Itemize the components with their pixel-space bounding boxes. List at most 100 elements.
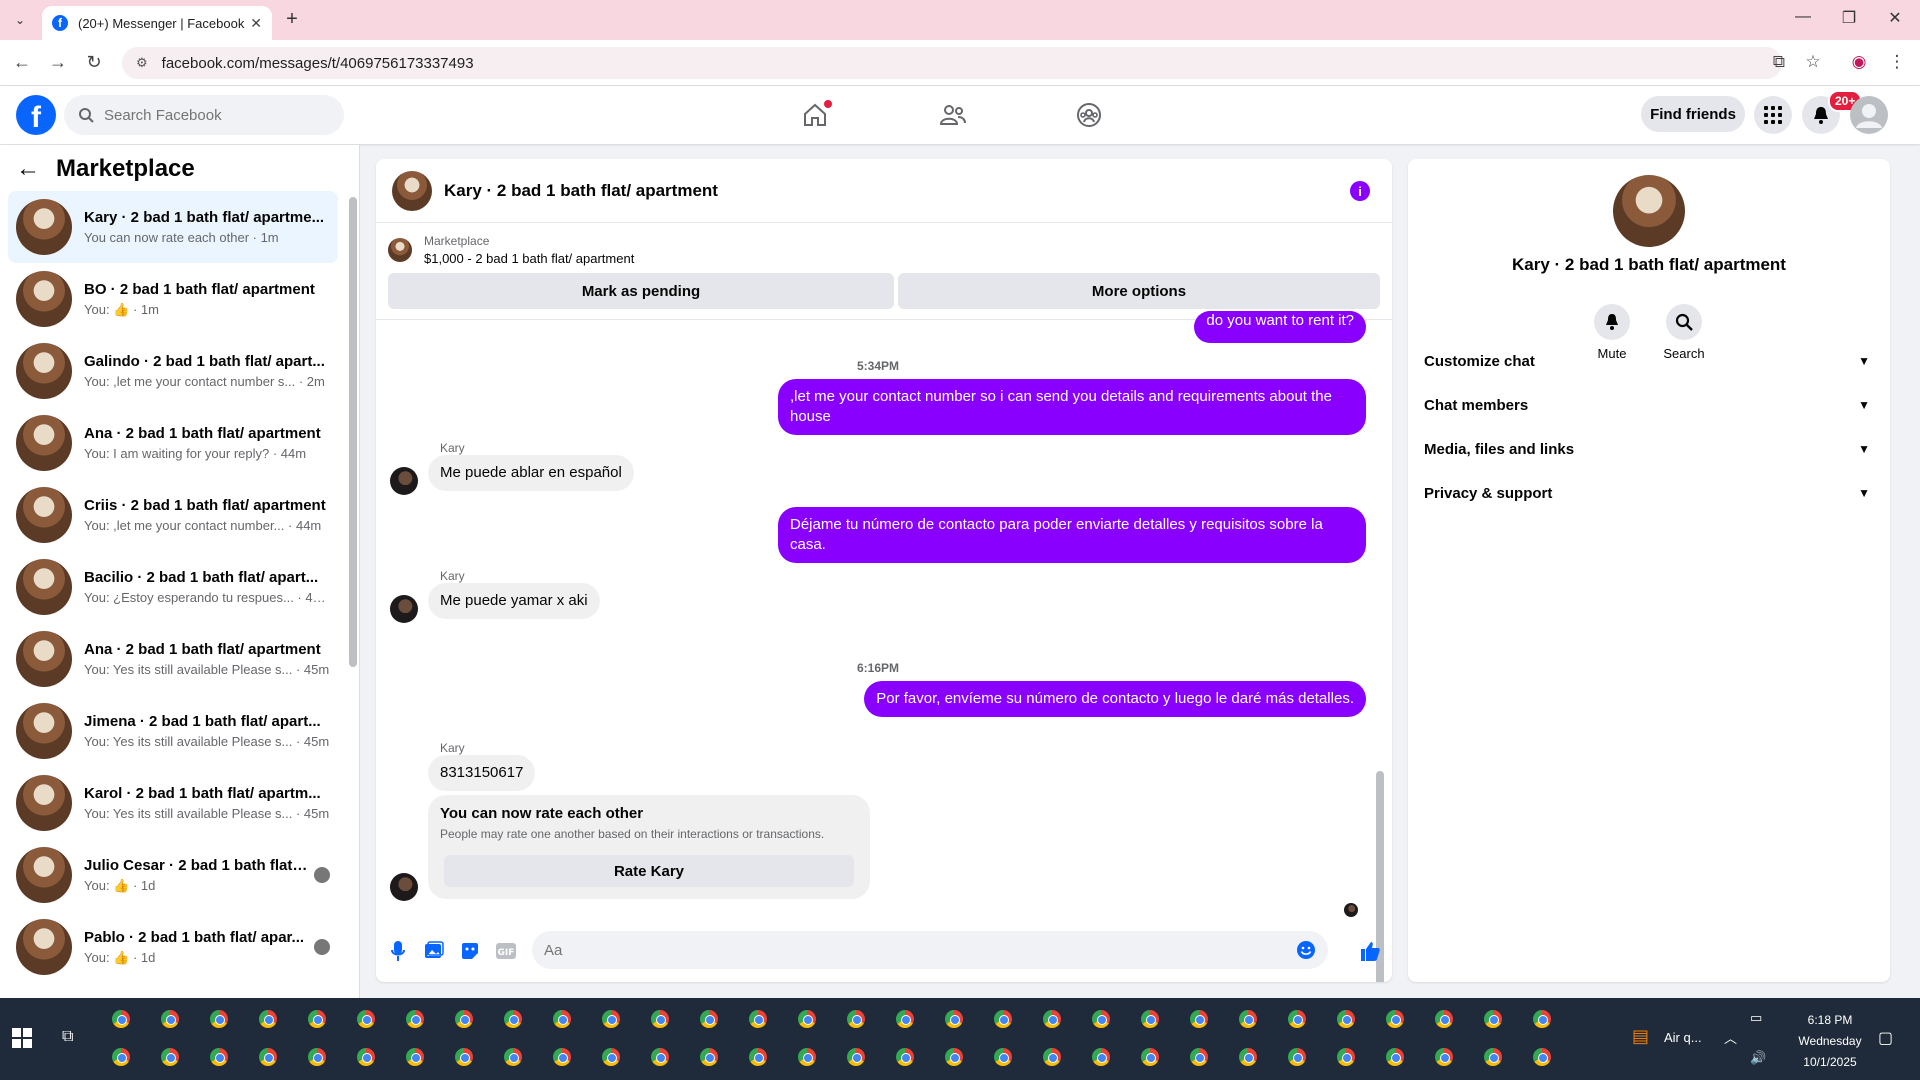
chrome-taskbar-icon[interactable] xyxy=(1433,1046,1455,1068)
chat-list-item[interactable]: Jimena · 2 bad 1 bath flat/ apart... You:… xyxy=(8,695,338,767)
chrome-taskbar-icon[interactable] xyxy=(747,1008,769,1030)
chrome-taskbar-icon[interactable] xyxy=(1482,1046,1504,1068)
chrome-taskbar-icon[interactable] xyxy=(845,1008,867,1030)
chrome-taskbar-icon[interactable] xyxy=(1384,1008,1406,1030)
weather-label[interactable]: Air q... xyxy=(1664,1030,1702,1045)
chrome-taskbar-icon[interactable] xyxy=(1188,1008,1210,1030)
chrome-taskbar-icon[interactable] xyxy=(1237,1046,1259,1068)
install-app-icon[interactable]: ⧉ xyxy=(1766,52,1792,72)
chrome-taskbar-icon[interactable] xyxy=(1139,1046,1161,1068)
chrome-taskbar-icon[interactable] xyxy=(208,1046,230,1068)
chrome-taskbar-icon[interactable] xyxy=(306,1046,328,1068)
chat-list-item[interactable]: Ana · 2 bad 1 bath flat/ apartment You: Y… xyxy=(8,623,338,695)
back-arrow-icon[interactable]: ← xyxy=(16,155,40,183)
chat-list-item[interactable]: Ana · 2 bad 1 bath flat/ apartment You: I… xyxy=(8,407,338,479)
chrome-taskbar-icon[interactable] xyxy=(159,1046,181,1068)
sender-avatar[interactable] xyxy=(390,595,418,623)
account-avatar-icon[interactable] xyxy=(1850,96,1888,134)
chrome-taskbar-icon[interactable] xyxy=(796,1046,818,1068)
volume-icon[interactable]: 🔊 xyxy=(1750,1050,1766,1066)
conversation-title[interactable]: Kary · 2 bad 1 bath flat/ apartment xyxy=(444,181,718,201)
chat-list-item[interactable]: Karol · 2 bad 1 bath flat/ apartm... You:… xyxy=(8,767,338,839)
chrome-taskbar-icon[interactable] xyxy=(257,1008,279,1030)
rate-kary-button[interactable]: Rate Kary xyxy=(444,855,854,887)
chrome-taskbar-icon[interactable] xyxy=(747,1046,769,1068)
chrome-taskbar-icon[interactable] xyxy=(698,1008,720,1030)
chrome-taskbar-icon[interactable] xyxy=(1090,1008,1112,1030)
chrome-taskbar-icon[interactable] xyxy=(110,1046,132,1068)
chrome-taskbar-icon[interactable] xyxy=(257,1046,279,1068)
chrome-taskbar-icon[interactable] xyxy=(1335,1046,1357,1068)
chrome-taskbar-icon[interactable] xyxy=(1237,1008,1259,1030)
message-input-box[interactable] xyxy=(532,931,1328,969)
chrome-taskbar-icon[interactable] xyxy=(943,1046,965,1068)
url-field[interactable]: ⚙ facebook.com/messages/t/40697561733374… xyxy=(122,47,1782,79)
browser-menu-icon[interactable]: ⋮ xyxy=(1884,52,1910,72)
chrome-taskbar-icon[interactable] xyxy=(894,1046,916,1068)
chrome-taskbar-icon[interactable] xyxy=(600,1008,622,1030)
chrome-taskbar-icon[interactable] xyxy=(404,1046,426,1068)
friends-icon[interactable] xyxy=(936,98,970,132)
more-options-button[interactable]: More options xyxy=(898,273,1380,309)
chrome-taskbar-icon[interactable] xyxy=(1041,1008,1063,1030)
chat-list-item[interactable]: Pablo · 2 bad 1 bath flat/ apar... You: 👍… xyxy=(8,911,338,983)
chat-list-item[interactable]: Kary · 2 bad 1 bath flat/ apartme... You … xyxy=(8,191,338,263)
windows-start-icon[interactable] xyxy=(12,1028,32,1048)
find-friends-button[interactable]: Find friends xyxy=(1641,96,1745,132)
chrome-taskbar-icon[interactable] xyxy=(992,1046,1014,1068)
tray-overflow-icon[interactable]: ︿ xyxy=(1724,1028,1737,1047)
chrome-taskbar-icon[interactable] xyxy=(1188,1046,1210,1068)
chrome-taskbar-icon[interactable] xyxy=(1286,1008,1308,1030)
chrome-taskbar-icon[interactable] xyxy=(1384,1046,1406,1068)
chrome-taskbar-icon[interactable] xyxy=(649,1008,671,1030)
profile-picture[interactable] xyxy=(1613,175,1685,247)
chrome-taskbar-icon[interactable] xyxy=(1286,1046,1308,1068)
chrome-taskbar-icon[interactable] xyxy=(453,1046,475,1068)
new-tab-icon[interactable]: + xyxy=(280,8,304,31)
chrome-taskbar-icon[interactable] xyxy=(159,1008,181,1030)
customize-chat-row[interactable]: Customize chat ▼ xyxy=(1424,341,1874,381)
clock[interactable]: 6:18 PM Wednesday 10/1/2025 xyxy=(1780,1010,1880,1073)
profile-icon[interactable]: ◉ xyxy=(1846,52,1872,72)
info-icon[interactable]: i xyxy=(1350,181,1370,201)
conversation-avatar[interactable] xyxy=(392,170,432,211)
chrome-taskbar-icon[interactable] xyxy=(208,1008,230,1030)
media-files-links-row[interactable]: Media, files and links ▼ xyxy=(1424,429,1874,469)
search-box[interactable] xyxy=(64,95,344,135)
chat-list-scrollbar[interactable] xyxy=(349,197,357,667)
minimize-icon[interactable]: — xyxy=(1788,8,1818,26)
chrome-taskbar-icon[interactable] xyxy=(355,1008,377,1030)
chrome-taskbar-icon[interactable] xyxy=(551,1008,573,1030)
chrome-taskbar-icon[interactable] xyxy=(1531,1046,1553,1068)
chrome-taskbar-icon[interactable] xyxy=(1335,1008,1357,1030)
reload-icon[interactable]: ↻ xyxy=(82,52,106,73)
chrome-taskbar-icon[interactable] xyxy=(453,1008,475,1030)
facebook-logo-icon[interactable]: f xyxy=(16,95,56,135)
restore-icon[interactable]: ❐ xyxy=(1834,8,1864,28)
chrome-taskbar-icon[interactable] xyxy=(698,1046,720,1068)
chrome-taskbar-icon[interactable] xyxy=(404,1008,426,1030)
chrome-taskbar-icon[interactable] xyxy=(649,1046,671,1068)
chrome-taskbar-icon[interactable] xyxy=(1041,1046,1063,1068)
chrome-taskbar-icon[interactable] xyxy=(1433,1008,1455,1030)
back-icon[interactable]: ← xyxy=(10,52,34,73)
groups-icon[interactable] xyxy=(1072,98,1106,132)
chat-list-item[interactable]: Bacilio · 2 bad 1 bath flat/ apart... You… xyxy=(8,551,338,623)
chrome-taskbar-icon[interactable] xyxy=(796,1008,818,1030)
chrome-taskbar-icon[interactable] xyxy=(1139,1008,1161,1030)
photo-icon[interactable] xyxy=(422,939,446,963)
sender-avatar[interactable] xyxy=(390,873,418,901)
site-info-icon[interactable]: ⚙ xyxy=(136,55,148,71)
message-input[interactable] xyxy=(544,941,1284,959)
browser-tab[interactable]: f (20+) Messenger | Facebook ✕ xyxy=(42,6,272,40)
menu-grid-icon[interactable] xyxy=(1754,96,1792,134)
notification-center-icon[interactable]: ▢ xyxy=(1878,1028,1893,1048)
emoji-icon[interactable] xyxy=(1296,940,1316,960)
privacy-support-row[interactable]: Privacy & support ▼ xyxy=(1424,473,1874,513)
chrome-taskbar-icon[interactable] xyxy=(1090,1046,1112,1068)
page-scrollbar[interactable] xyxy=(1908,90,1920,998)
chrome-taskbar-icon[interactable] xyxy=(600,1046,622,1068)
chrome-taskbar-icon[interactable] xyxy=(355,1046,377,1068)
gif-icon[interactable]: GIF xyxy=(494,939,518,963)
chrome-taskbar-icon[interactable] xyxy=(306,1008,328,1030)
